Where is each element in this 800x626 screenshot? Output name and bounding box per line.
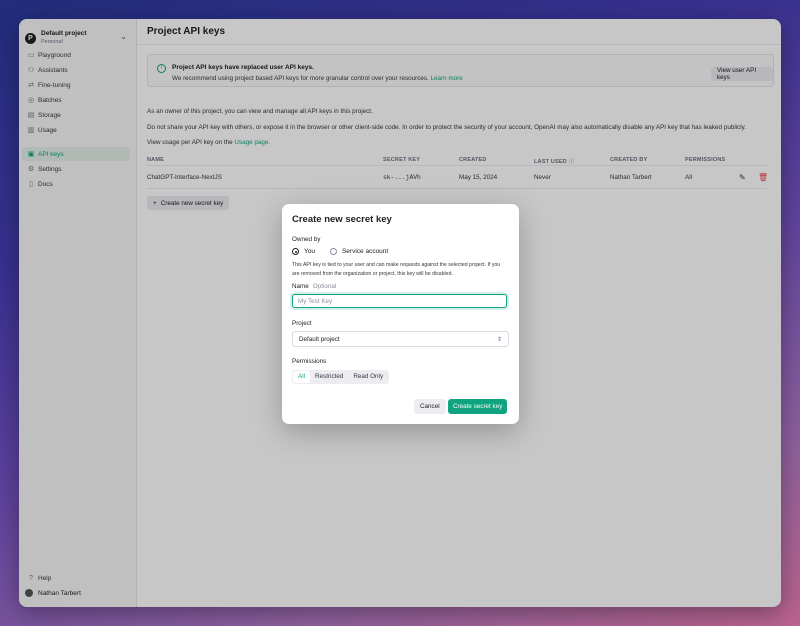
project-select-value: Default project (299, 335, 340, 343)
permissions-segmented-control: All Restricted Read Only (292, 370, 390, 384)
name-optional-hint: Optional (312, 283, 337, 290)
chevron-updown-icon: ⇕ (496, 336, 502, 343)
owner-you-radio[interactable] (292, 248, 299, 255)
create-secret-key-dialog: Create new secret key Owned by You Servi… (282, 204, 519, 424)
name-label-text: Name (292, 283, 309, 290)
project-select[interactable]: Default project ⇕ (292, 331, 509, 347)
owned-by-label: Owned by (292, 236, 321, 243)
permission-option-all[interactable]: All (293, 371, 310, 383)
owner-service-account-label: Service account (341, 248, 389, 255)
ownership-note: This API key is tied to your user and ca… (292, 262, 501, 277)
cancel-button[interactable]: Cancel (414, 399, 446, 414)
name-label: Name Optional (292, 283, 336, 290)
permission-option-restricted[interactable]: Restricted (310, 371, 348, 383)
key-name-input[interactable] (292, 294, 507, 308)
owner-you-label: You (304, 248, 315, 255)
create-secret-key-button[interactable]: Create secret key (448, 399, 508, 414)
owner-service-account-radio[interactable] (329, 248, 337, 255)
permissions-label: Permissions (292, 358, 327, 365)
dialog-title: Create new secret key (292, 214, 392, 225)
permission-option-read-only[interactable]: Read Only (348, 371, 388, 383)
project-label: Project (292, 320, 312, 327)
